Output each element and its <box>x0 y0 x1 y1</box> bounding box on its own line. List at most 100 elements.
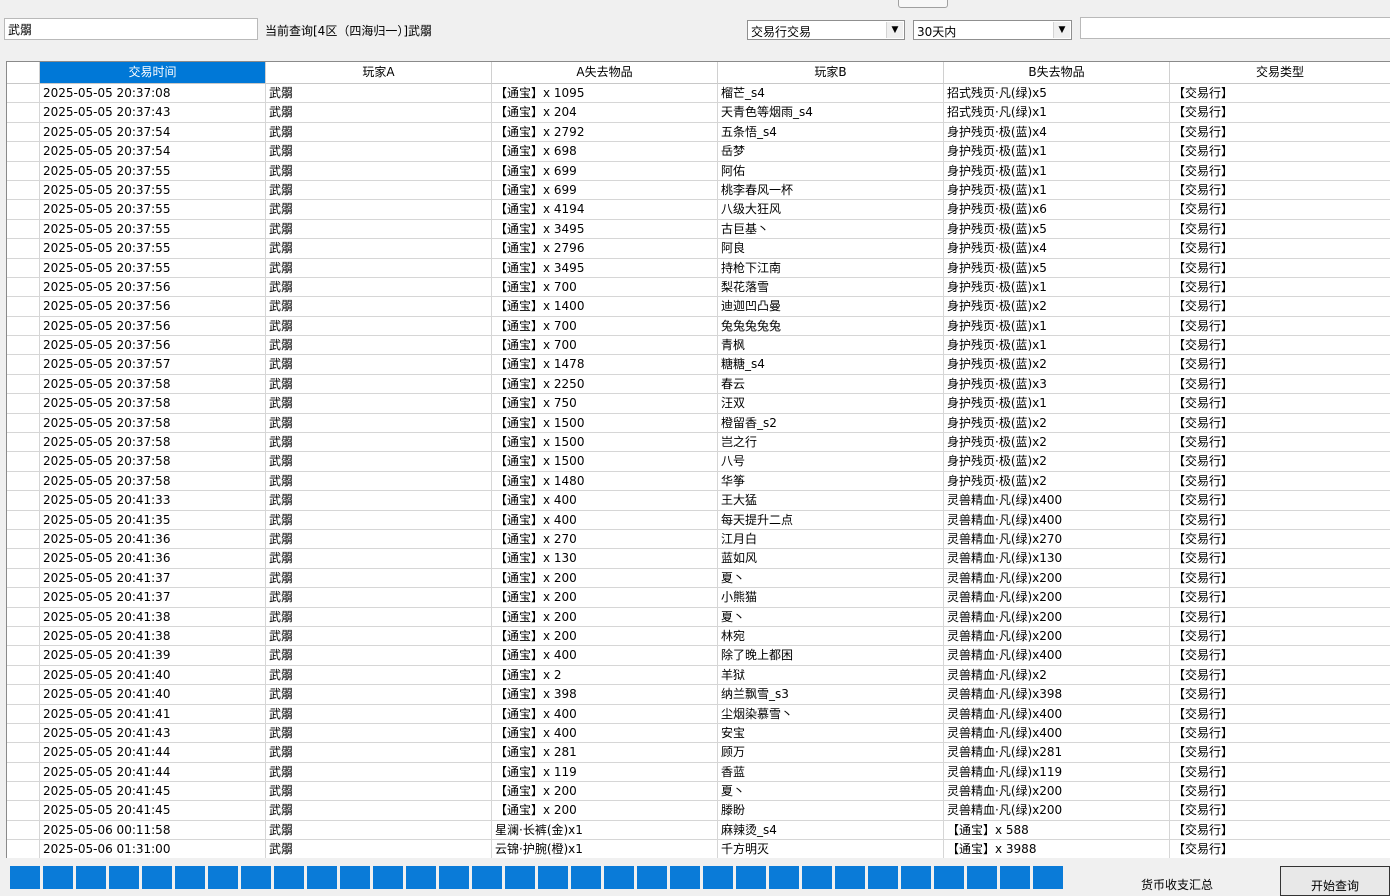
row-selector[interactable] <box>7 258 40 278</box>
trade-records-table[interactable]: 交易时间 玩家A A失去物品 玩家B B失去物品 交易类型 2025-05-05… <box>6 61 1390 858</box>
table-row[interactable]: 2025-05-05 20:41:45 武朤 【通宝】x 200 滕盼 灵兽精血·凡(绿… <box>7 801 1390 821</box>
table-row[interactable]: 2025-05-05 20:37:58 武朤 【通宝】x 1480 华筝 身护残页·极(… <box>7 471 1390 492</box>
table-row[interactable]: 2025-05-05 20:41:43 武朤 【通宝】x 400 安宝 灵兽精血·凡(绿… <box>7 723 1390 744</box>
top-button-stub[interactable] <box>898 0 948 8</box>
table-row[interactable]: 2025-05-05 20:37:55 武朤 【通宝】x 2796 阿良 身护残页·极(… <box>7 239 1390 259</box>
table-row[interactable]: 2025-05-05 20:37:55 武朤 【通宝】x 3495 持枪下江南 身护残页… <box>7 258 1390 278</box>
table-row[interactable]: 2025-05-05 20:37:55 武朤 【通宝】x 4194 八级大狂风 身护残页… <box>7 200 1390 220</box>
table-row[interactable]: 2025-05-05 20:37:58 武朤 【通宝】x 1500 八号 身护残页·极(… <box>7 452 1390 472</box>
table-row[interactable]: 2025-05-05 20:41:39 武朤 【通宝】x 400 除了晚上都困 灵兽精血… <box>7 646 1390 666</box>
table-row[interactable]: 2025-05-05 20:41:35 武朤 【通宝】x 400 每天提升二点 灵兽精血… <box>7 510 1390 530</box>
table-row[interactable]: 2025-05-05 20:37:58 武朤 【通宝】x 2250 春云 身护残页·极(… <box>7 374 1390 395</box>
table-row[interactable]: 2025-05-05 20:41:37 武朤 【通宝】x 200 夏丶 灵兽精血·凡(绿… <box>7 568 1390 589</box>
row-selector[interactable] <box>7 549 40 569</box>
table-row[interactable]: 2025-05-06 00:11:58 武朤 星澜·长裤(金)x1 麻辣烫_s4 【通宝… <box>7 820 1390 841</box>
table-row[interactable]: 2025-05-05 20:37:56 武朤 【通宝】x 700 青枫 身护残页·极(蓝… <box>7 336 1390 356</box>
table-row[interactable]: 2025-05-05 20:37:58 武朤 【通宝】x 1500 岂之行 身护残页·极… <box>7 433 1390 453</box>
row-selector[interactable] <box>7 820 40 841</box>
trade-type-select[interactable]: 交易行交易 ▼ <box>747 20 905 40</box>
row-selector[interactable] <box>7 588 40 608</box>
column-header-time[interactable]: 交易时间 <box>40 62 266 84</box>
row-selector[interactable] <box>7 355 40 375</box>
table-row[interactable]: 2025-05-05 20:37:58 武朤 【通宝】x 750 汪双 身护残页·极(蓝… <box>7 394 1390 414</box>
table-row[interactable]: 2025-05-05 20:41:38 武朤 【通宝】x 200 林宛 灵兽精血·凡(绿… <box>7 626 1390 647</box>
currency-summary-button[interactable]: 货币收支汇总 <box>1084 866 1270 896</box>
period-select[interactable]: 30天内 ▼ <box>913 20 1072 40</box>
table-row[interactable]: 2025-05-06 01:31:00 武朤 云锦·护腕(橙)x1 千方明灭 【通宝】x… <box>7 840 1390 858</box>
cell-time: 2025-05-05 20:37:43 <box>40 103 266 123</box>
row-selector[interactable] <box>7 704 40 724</box>
table-row[interactable]: 2025-05-05 20:41:36 武朤 【通宝】x 270 江月白 灵兽精血·凡(… <box>7 529 1390 550</box>
table-row[interactable]: 2025-05-05 20:41:44 武朤 【通宝】x 281 顾万 灵兽精血·凡(绿… <box>7 743 1390 763</box>
column-header-player-b[interactable]: 玩家B <box>718 62 944 84</box>
row-selector[interactable] <box>7 200 40 220</box>
row-selector[interactable] <box>7 607 40 627</box>
row-selector[interactable] <box>7 316 40 337</box>
row-selector[interactable] <box>7 336 40 356</box>
table-row[interactable]: 2025-05-05 20:41:37 武朤 【通宝】x 200 小熊猫 灵兽精血·凡(… <box>7 588 1390 608</box>
row-selector[interactable] <box>7 161 40 181</box>
table-row[interactable]: 2025-05-05 20:37:54 武朤 【通宝】x 698 岳梦 身护残页·极(蓝… <box>7 142 1390 162</box>
row-selector[interactable] <box>7 84 40 104</box>
table-row[interactable]: 2025-05-05 20:41:41 武朤 【通宝】x 400 尘烟染慕雪丶 灵兽精血… <box>7 704 1390 724</box>
row-selector[interactable] <box>7 626 40 647</box>
row-selector[interactable] <box>7 782 40 802</box>
table-row[interactable]: 2025-05-05 20:37:56 武朤 【通宝】x 700 梨花落雪 身护残页·极… <box>7 277 1390 298</box>
row-selector[interactable] <box>7 413 40 434</box>
row-selector[interactable] <box>7 374 40 395</box>
player-search-input[interactable] <box>4 18 258 40</box>
table-row[interactable]: 2025-05-05 20:37:58 武朤 【通宝】x 1500 橙留香_s2 身护残… <box>7 413 1390 434</box>
column-header-trade-type[interactable]: 交易类型 <box>1170 62 1390 84</box>
table-row[interactable]: 2025-05-05 20:41:45 武朤 【通宝】x 200 夏丶 灵兽精血·凡(绿… <box>7 782 1390 802</box>
table-row[interactable]: 2025-05-05 20:37:56 武朤 【通宝】x 1400 迪迦凹凸曼 身护残页… <box>7 297 1390 317</box>
row-selector[interactable] <box>7 180 40 201</box>
row-selector[interactable] <box>7 219 40 240</box>
table-row[interactable]: 2025-05-05 20:41:40 武朤 【通宝】x 398 纳兰飘雪_s3 灵兽精… <box>7 685 1390 705</box>
row-selector[interactable] <box>7 297 40 317</box>
table-row[interactable]: 2025-05-05 20:37:57 武朤 【通宝】x 1478 糖糖_s4 身护残页… <box>7 355 1390 375</box>
table-row[interactable]: 2025-05-05 20:37:54 武朤 【通宝】x 2792 五条悟_s4 身护残… <box>7 122 1390 143</box>
row-selector[interactable] <box>7 685 40 705</box>
filter-input[interactable] <box>1080 17 1390 39</box>
row-selector[interactable] <box>7 646 40 666</box>
table-row[interactable]: 2025-05-05 20:37:55 武朤 【通宝】x 699 阿佑 身护残页·极(蓝… <box>7 161 1390 181</box>
row-selector[interactable] <box>7 665 40 686</box>
column-header-b-lost-items[interactable]: B失去物品 <box>944 62 1170 84</box>
row-selector[interactable] <box>7 277 40 298</box>
table-row[interactable]: 2025-05-05 20:37:56 武朤 【通宝】x 700 兔兔兔兔兔 身护残页·… <box>7 316 1390 337</box>
row-selector[interactable] <box>7 568 40 589</box>
row-selector[interactable] <box>7 491 40 511</box>
row-selector[interactable] <box>7 452 40 472</box>
row-selector[interactable] <box>7 801 40 821</box>
table-row[interactable]: 2025-05-05 20:41:38 武朤 【通宝】x 200 夏丶 灵兽精血·凡(绿… <box>7 607 1390 627</box>
table-row[interactable]: 2025-05-05 20:41:33 武朤 【通宝】x 400 王大猛 灵兽精血·凡(… <box>7 491 1390 511</box>
row-selector[interactable] <box>7 510 40 530</box>
table-row[interactable]: 2025-05-05 20:41:40 武朤 【通宝】x 2 羊狱 灵兽精血·凡(绿)x… <box>7 665 1390 686</box>
progress-segment <box>901 866 931 889</box>
start-query-button[interactable]: 开始查询 <box>1280 866 1390 896</box>
row-selector[interactable] <box>7 840 40 858</box>
table-row[interactable]: 2025-05-05 20:37:55 武朤 【通宝】x 699 桃李春风一杯 身护残页… <box>7 180 1390 201</box>
row-selector[interactable] <box>7 239 40 259</box>
table-row[interactable]: 2025-05-05 20:37:43 武朤 【通宝】x 204 天青色等烟雨_s4 招… <box>7 103 1390 123</box>
table-row[interactable]: 2025-05-05 20:37:55 武朤 【通宝】x 3495 古巨基丶 身护残页·… <box>7 219 1390 240</box>
row-selector[interactable] <box>7 529 40 550</box>
chevron-down-icon[interactable]: ▼ <box>886 22 903 38</box>
table-row[interactable]: 2025-05-05 20:41:36 武朤 【通宝】x 130 蓝如风 灵兽精血·凡(… <box>7 549 1390 569</box>
row-selector[interactable] <box>7 762 40 783</box>
column-header-a-lost-items[interactable]: A失去物品 <box>492 62 718 84</box>
row-selector[interactable] <box>7 103 40 123</box>
table-row[interactable]: 2025-05-05 20:41:44 武朤 【通宝】x 119 香蓝 灵兽精血·凡(绿… <box>7 762 1390 783</box>
column-header-player-a[interactable]: 玩家A <box>266 62 492 84</box>
row-selector[interactable] <box>7 394 40 414</box>
row-selector[interactable] <box>7 142 40 162</box>
row-selector[interactable] <box>7 723 40 744</box>
cell-player-b: 八号 <box>718 452 944 472</box>
row-selector[interactable] <box>7 433 40 453</box>
chevron-down-icon[interactable]: ▼ <box>1053 22 1070 38</box>
header-row-selector[interactable] <box>7 62 40 84</box>
row-selector[interactable] <box>7 743 40 763</box>
table-row[interactable]: 2025-05-05 20:37:08 武朤 【通宝】x 1095 榴芒_s4 招式残页… <box>7 84 1390 104</box>
row-selector[interactable] <box>7 122 40 143</box>
row-selector[interactable] <box>7 471 40 492</box>
